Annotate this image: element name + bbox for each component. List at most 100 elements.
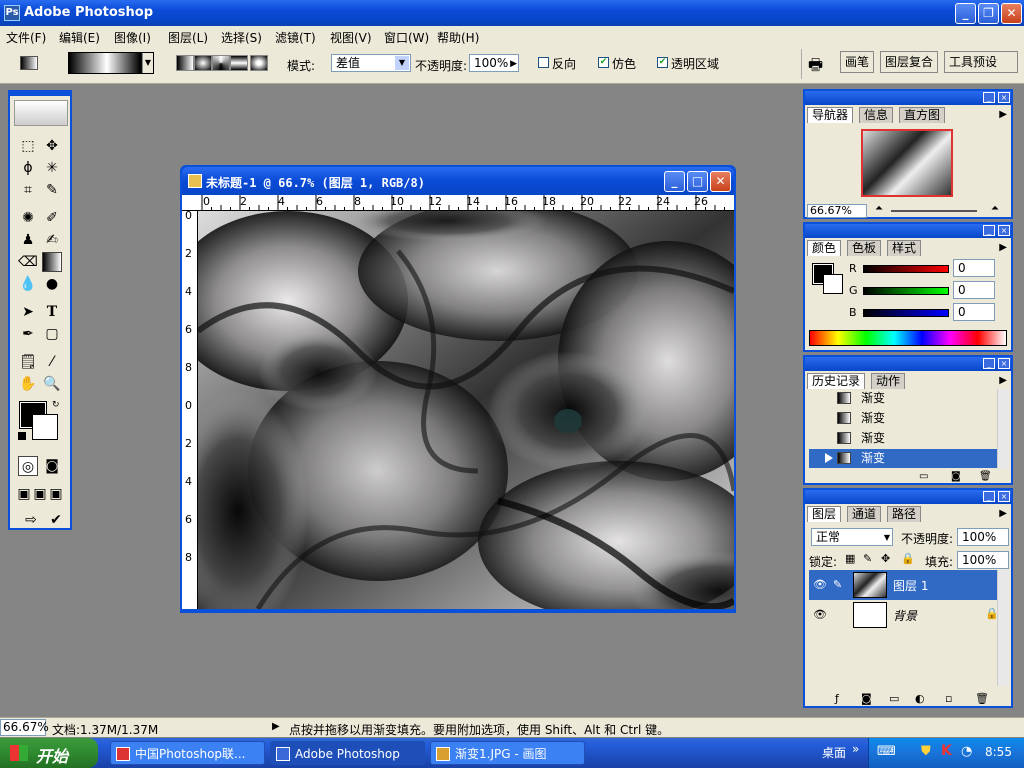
chevron-right-icon[interactable]: ▶ — [510, 56, 517, 72]
blur-tool-icon[interactable]: 💧 — [18, 274, 38, 294]
history-item[interactable]: 渐变 — [809, 389, 997, 408]
radial-gradient-icon[interactable] — [194, 55, 212, 71]
lock-all-icon[interactable]: 🔒 — [901, 552, 915, 565]
panel-minimize-icon[interactable]: _ — [983, 92, 995, 103]
shape-tool-icon[interactable]: ▢ — [42, 324, 62, 344]
reverse-checkbox[interactable] — [538, 57, 549, 68]
zoom-tool-icon[interactable]: 🔍 — [42, 374, 62, 394]
network-icon[interactable]: ◔ — [961, 744, 972, 759]
b-input[interactable]: 0 — [953, 303, 995, 321]
history-item[interactable]: 渐变 — [809, 409, 997, 428]
full-screen-mode-icon[interactable]: ▣ — [48, 484, 64, 504]
move-tool-icon[interactable]: ✥ — [42, 136, 62, 156]
standard-mode-icon[interactable]: ◎ — [18, 456, 38, 476]
layer-opacity-input[interactable]: 100% — [957, 528, 1009, 546]
layer-row[interactable]: 👁 背景 🔒 — [809, 600, 999, 630]
new-group-icon[interactable]: ▭ — [889, 692, 899, 705]
panel-caption[interactable]: _ × — [805, 357, 1011, 371]
color-ramp[interactable] — [809, 330, 1007, 346]
fill-input[interactable]: 100% — [957, 551, 1009, 569]
chevron-right-icon[interactable]: » — [852, 742, 859, 756]
document-title-bar[interactable]: 未标题-1 @ 66.7% (图层 1, RGB/8) _ □ ✕ — [182, 167, 734, 195]
r-slider[interactable] — [863, 265, 949, 273]
new-layer-icon[interactable]: ▫ — [945, 692, 952, 705]
clock[interactable]: 8:55 — [985, 745, 1012, 759]
menu-edit[interactable]: 编辑(E) — [59, 29, 100, 46]
panel-minimize-icon[interactable]: _ — [983, 225, 995, 236]
doc-close-button[interactable]: ✕ — [710, 171, 731, 192]
tab-swatches[interactable]: 色板 — [847, 240, 882, 256]
lasso-tool-icon[interactable]: ϕ — [18, 158, 38, 178]
layer-name[interactable]: 背景 — [893, 607, 917, 624]
snapshot-icon[interactable]: ◙ — [951, 471, 961, 482]
panel-menu-arrow-icon[interactable]: ▶ — [999, 375, 1007, 386]
slice-tool-icon[interactable]: ✎ — [42, 180, 62, 200]
panel-caption[interactable]: _ × — [805, 490, 1011, 504]
menu-layer[interactable]: 图层(L) — [168, 29, 208, 46]
close-button[interactable]: ✕ — [1001, 3, 1022, 24]
magic-wand-tool-icon[interactable]: ✳ — [42, 158, 62, 178]
panel-minimize-icon[interactable]: _ — [983, 491, 995, 502]
tab-color[interactable]: 颜色 — [807, 240, 842, 256]
brush-tool-icon[interactable]: ✐ — [42, 208, 62, 228]
tab-actions[interactable]: 动作 — [871, 373, 906, 389]
crop-tool-icon[interactable]: ⌗ — [18, 180, 38, 200]
quick-mask-mode-icon[interactable]: ◙ — [42, 456, 62, 476]
menu-file[interactable]: 文件(F) — [6, 29, 46, 46]
zoom-slider[interactable] — [891, 210, 977, 212]
photoshop-feather-logo[interactable] — [14, 100, 68, 126]
tab-channels[interactable]: 通道 — [847, 506, 882, 522]
chevron-down-icon[interactable]: ▼ — [884, 530, 890, 546]
clone-stamp-tool-icon[interactable]: ♟ — [18, 230, 38, 250]
background-color-swatch[interactable] — [32, 414, 58, 440]
mode-select[interactable]: 差值 ▼ — [331, 54, 411, 72]
standard-screen-mode-icon[interactable]: ▣ — [16, 484, 32, 504]
b-slider[interactable] — [863, 309, 949, 317]
dodge-tool-icon[interactable]: ● — [42, 274, 62, 294]
app-title-bar[interactable]: Ps Adobe Photoshop _ ❐ ✕ — [0, 0, 1024, 26]
linear-gradient-icon[interactable] — [176, 55, 194, 71]
navigator-zoom-input[interactable]: 66.67% — [807, 204, 867, 218]
panel-close-icon[interactable]: × — [998, 491, 1010, 502]
tab-navigator[interactable]: 导航器 — [807, 107, 854, 123]
eye-icon[interactable]: 👁 — [813, 578, 827, 591]
shield-icon[interactable]: ⛊ — [921, 744, 931, 759]
transparency-checkbox[interactable]: ✔ — [657, 57, 668, 68]
status-arrow-icon[interactable]: ▶ — [272, 721, 280, 732]
eraser-tool-icon[interactable]: ⌫ — [18, 252, 38, 272]
layer-name[interactable]: 图层 1 — [893, 577, 928, 594]
new-document-icon[interactable]: ▭ — [919, 471, 928, 482]
menu-select[interactable]: 选择(S) — [221, 29, 262, 46]
reflected-gradient-icon[interactable] — [230, 55, 248, 71]
taskbar-button[interactable]: 渐变1.JPG - 画图 — [430, 741, 585, 765]
g-input[interactable]: 0 — [953, 281, 995, 299]
layers-scrollbar[interactable] — [997, 570, 1009, 686]
lock-image-icon[interactable]: ✎ — [863, 552, 872, 565]
antivirus-icon[interactable]: K — [941, 743, 952, 759]
panel-minimize-icon[interactable]: _ — [983, 358, 995, 369]
gradient-tool-icon[interactable] — [42, 252, 62, 272]
restore-button[interactable]: ❐ — [978, 3, 999, 24]
eyedropper-tool-icon[interactable]: ⁄ — [42, 352, 62, 372]
menu-view[interactable]: 视图(V) — [330, 29, 372, 46]
doc-maximize-button[interactable]: □ — [687, 171, 708, 192]
adjustment-layer-icon[interactable]: ◐ — [915, 692, 925, 705]
start-button[interactable]: 开始 — [0, 738, 98, 768]
diamond-gradient-icon[interactable] — [250, 55, 268, 71]
opacity-input[interactable]: 100% ▶ — [469, 54, 519, 72]
panel-caption[interactable]: _ × — [805, 224, 1011, 238]
horizontal-ruler[interactable]: 0 2 4 6 8 10 12 14 16 18 20 22 24 26 — [182, 195, 734, 211]
brushes-well-tab[interactable]: 画笔 — [840, 51, 875, 73]
vertical-ruler[interactable]: 0 2 4 6 8 0 2 4 6 8 — [182, 211, 198, 609]
tool-presets-well-tab[interactable]: 工具预设 — [944, 51, 1018, 73]
navigator-thumbnail[interactable] — [861, 129, 953, 197]
menu-filter[interactable]: 滤镜(T) — [275, 29, 316, 46]
default-colors-icon[interactable] — [18, 432, 26, 440]
panel-menu-arrow-icon[interactable]: ▶ — [999, 109, 1007, 120]
panel-caption[interactable]: _ × — [805, 91, 1011, 105]
trash-icon[interactable]: 🗑 — [979, 471, 992, 482]
keyboard-icon[interactable]: ⌨ — [877, 744, 896, 759]
g-slider[interactable] — [863, 287, 949, 295]
image-canvas[interactable] — [198, 211, 734, 609]
full-screen-menu-mode-icon[interactable]: ▣ — [32, 484, 48, 504]
